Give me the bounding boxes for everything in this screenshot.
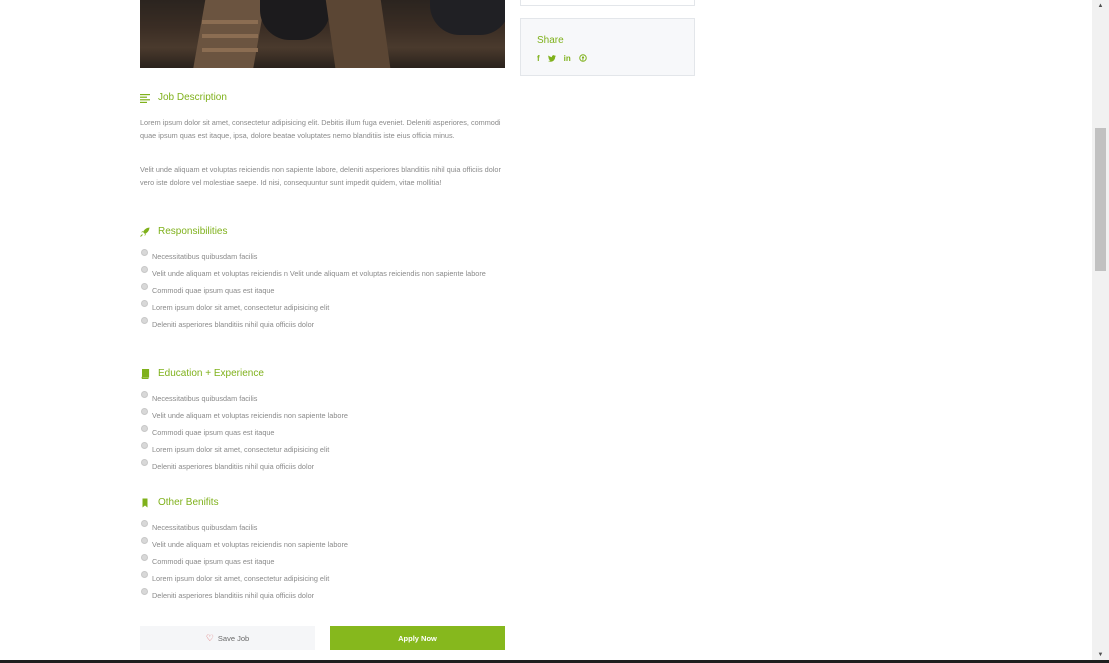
benefits-list: Necessitatibus quibusdam facilis Velit u…	[140, 520, 505, 606]
bullet-icon	[141, 554, 148, 561]
share-box: Share f in	[520, 18, 695, 76]
bullet-icon	[141, 283, 148, 290]
list-item: Commodi quae ipsum quas est itaque	[140, 425, 505, 439]
list-item-text: Deleniti asperiores blanditiis nihil qui…	[152, 462, 315, 471]
list-item: Lorem ipsum dolor sit amet, consectetur …	[140, 571, 505, 585]
list-item-text: Lorem ipsum dolor sit amet, consectetur …	[152, 445, 330, 454]
list-item: Velit unde aliquam et voluptas reiciendi…	[140, 266, 505, 280]
align-left-icon	[140, 93, 150, 103]
list-item: Commodi quae ipsum quas est itaque	[140, 554, 505, 568]
list-item: Lorem ipsum dolor sit amet, consectetur …	[140, 442, 505, 456]
bullet-icon	[141, 442, 148, 449]
list-item-text: Velit unde aliquam et voluptas reiciendi…	[152, 269, 486, 278]
responsibilities-list: Necessitatibus quibusdam facilis Velit u…	[140, 249, 505, 335]
bullet-icon	[141, 300, 148, 307]
list-item-text: Deleniti asperiores blanditiis nihil qui…	[152, 320, 315, 329]
education-title: Education + Experience	[158, 368, 264, 379]
bullet-icon	[141, 317, 148, 324]
job-hero-image	[140, 0, 505, 68]
responsibilities-heading: Responsibilities	[140, 226, 227, 237]
job-description-heading: Job Description	[140, 92, 227, 103]
list-item-text: Commodi quae ipsum quas est itaque	[152, 286, 275, 295]
list-item-text: Velit unde aliquam et voluptas reiciendi…	[152, 411, 348, 420]
vertical-scrollbar[interactable]: ▲ ▼	[1092, 0, 1109, 663]
list-item: Velit unde aliquam et voluptas reiciendi…	[140, 408, 505, 422]
bullet-icon	[141, 520, 148, 527]
scroll-up-arrow-icon[interactable]: ▲	[1092, 0, 1109, 12]
list-item: Commodi quae ipsum quas est itaque	[140, 283, 505, 297]
job-description-paragraph-2: Velit unde aliquam et voluptas reiciendi…	[140, 165, 501, 187]
bullet-icon	[141, 425, 148, 432]
sidebar-info-box	[520, 0, 695, 6]
list-item-text: Necessitatibus quibusdam facilis	[152, 523, 258, 532]
list-item: Deleniti asperiores blanditiis nihil qui…	[140, 459, 505, 473]
save-job-label: Save Job	[217, 633, 250, 643]
twitter-icon[interactable]	[547, 54, 556, 64]
bullet-icon	[141, 391, 148, 398]
list-item-text: Commodi quae ipsum quas est itaque	[152, 557, 275, 566]
heart-icon: ♡	[205, 632, 214, 643]
pinterest-icon[interactable]	[579, 54, 587, 64]
book-icon	[140, 368, 150, 379]
list-item: Deleniti asperiores blanditiis nihil qui…	[140, 588, 505, 602]
apply-now-button[interactable]: Apply Now	[330, 626, 505, 650]
bookmark-icon	[140, 498, 150, 508]
bullet-icon	[141, 588, 148, 595]
scrollbar-thumb[interactable]	[1095, 128, 1106, 271]
list-item-text: Deleniti asperiores blanditiis nihil qui…	[152, 591, 315, 600]
job-description-paragraph-1: Lorem ipsum dolor sit amet, consectetur …	[140, 118, 501, 140]
education-list: Necessitatibus quibusdam facilis Velit u…	[140, 391, 505, 477]
share-title: Share	[537, 35, 564, 46]
rocket-icon	[140, 227, 150, 237]
list-item: Velit unde aliquam et voluptas reiciendi…	[140, 537, 505, 551]
share-icons: f in	[537, 54, 678, 64]
bullet-icon	[141, 571, 148, 578]
benefits-title: Other Benifits	[158, 497, 219, 508]
list-item-text: Lorem ipsum dolor sit amet, consectetur …	[152, 574, 330, 583]
bullet-icon	[141, 249, 148, 256]
benefits-heading: Other Benifits	[140, 497, 219, 508]
bullet-icon	[141, 408, 148, 415]
responsibilities-title: Responsibilities	[158, 226, 228, 237]
education-heading: Education + Experience	[140, 368, 264, 379]
bullet-icon	[141, 537, 148, 544]
list-item: Lorem ipsum dolor sit amet, consectetur …	[140, 300, 505, 314]
list-item: Necessitatibus quibusdam facilis	[140, 391, 505, 405]
linkedin-icon[interactable]: in	[564, 55, 571, 63]
list-item: Necessitatibus quibusdam facilis	[140, 249, 505, 263]
list-item-text: Lorem ipsum dolor sit amet, consectetur …	[152, 303, 330, 312]
list-item-text: Commodi quae ipsum quas est itaque	[152, 428, 275, 437]
list-item-text: Necessitatibus quibusdam facilis	[152, 394, 258, 403]
job-description-title: Job Description	[158, 92, 227, 103]
bullet-icon	[141, 459, 148, 466]
facebook-icon[interactable]: f	[537, 55, 540, 63]
list-item-text: Necessitatibus quibusdam facilis	[152, 252, 258, 261]
list-item: Deleniti asperiores blanditiis nihil qui…	[140, 317, 505, 331]
list-item: Necessitatibus quibusdam facilis	[140, 520, 505, 534]
list-item-text: Velit unde aliquam et voluptas reiciendi…	[152, 540, 348, 549]
save-job-button[interactable]: ♡ Save Job	[140, 626, 315, 650]
bullet-icon	[141, 266, 148, 273]
